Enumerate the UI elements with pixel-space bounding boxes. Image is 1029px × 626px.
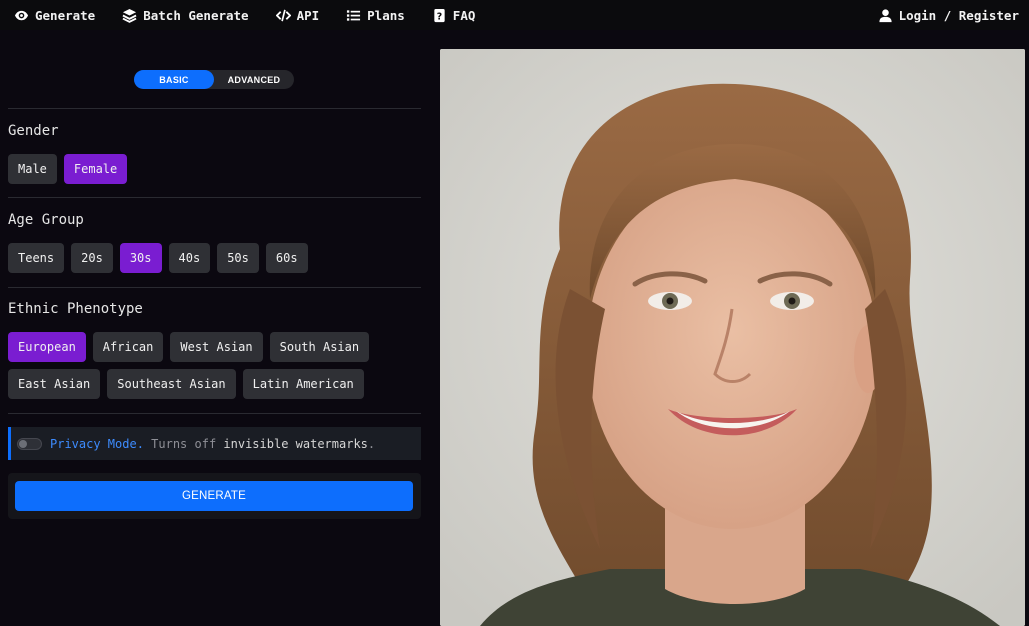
divider bbox=[8, 287, 421, 288]
nav-generate-label: Generate bbox=[35, 7, 96, 23]
divider bbox=[8, 413, 421, 414]
login-register-link[interactable]: Login / Register bbox=[878, 8, 1019, 23]
privacy-mode-row: Privacy Mode. Turns off invisible waterm… bbox=[8, 427, 421, 460]
age-option-60s[interactable]: 60s bbox=[265, 243, 308, 273]
ethnic-option-east-asian[interactable]: East Asian bbox=[8, 369, 101, 399]
ethnic-phenotype-label: Ethnic Phenotype bbox=[8, 301, 143, 317]
nav-api[interactable]: API bbox=[275, 7, 320, 23]
age-group-options: Teens 20s 30s 40s 50s 60s bbox=[8, 243, 315, 273]
generate-button[interactable]: GENERATE bbox=[15, 481, 413, 511]
age-option-40s[interactable]: 40s bbox=[168, 243, 211, 273]
generated-portrait bbox=[440, 49, 1025, 626]
basic-mode-button[interactable]: BASIC bbox=[134, 70, 214, 89]
privacy-mode-title: Privacy Mode. bbox=[50, 436, 144, 451]
privacy-mode-description: Turns off bbox=[143, 436, 224, 451]
user-icon bbox=[878, 8, 893, 23]
top-navbar: Generate Batch Generate API Plans ? FAQ bbox=[0, 0, 1029, 30]
age-option-30s[interactable]: 30s bbox=[119, 243, 162, 273]
nav-api-label: API bbox=[296, 7, 320, 23]
ethnic-options-row-2: East Asian Southeast Asian Latin America… bbox=[8, 369, 371, 399]
nav-account: Login / Register bbox=[878, 8, 1019, 23]
svg-text:?: ? bbox=[437, 11, 442, 22]
portrait-image bbox=[440, 49, 1025, 626]
ethnic-option-south-asian[interactable]: South Asian bbox=[269, 332, 370, 362]
nav-faq-label: FAQ bbox=[452, 7, 476, 23]
nav-links: Generate Batch Generate API Plans ? FAQ bbox=[14, 8, 475, 23]
options-panel: BASIC ADVANCED Gender Male Female Age Gr… bbox=[0, 41, 430, 626]
login-register-label: Login / Register bbox=[898, 7, 1019, 23]
ethnic-option-european[interactable]: European bbox=[8, 332, 86, 362]
layers-icon bbox=[122, 8, 137, 23]
code-icon bbox=[275, 8, 291, 23]
ethnic-option-african[interactable]: African bbox=[92, 332, 164, 362]
ethnic-option-west-asian[interactable]: West Asian bbox=[170, 332, 263, 362]
divider bbox=[8, 197, 421, 198]
divider bbox=[8, 108, 421, 109]
privacy-mode-period: . bbox=[367, 436, 376, 451]
nav-batch-generate[interactable]: Batch Generate bbox=[122, 7, 249, 23]
advanced-mode-button[interactable]: ADVANCED bbox=[214, 70, 294, 89]
nav-plans-label: Plans bbox=[367, 7, 405, 23]
privacy-mode-emphasis: invisible watermarks bbox=[223, 436, 368, 451]
eye-icon bbox=[14, 8, 29, 23]
gender-option-female[interactable]: Female bbox=[63, 154, 128, 184]
mode-toggle: BASIC ADVANCED bbox=[134, 70, 294, 89]
ethnic-options-row-1: European African West Asian South Asian bbox=[8, 332, 376, 362]
nav-plans[interactable]: Plans bbox=[346, 8, 405, 23]
nav-batch-generate-label: Batch Generate bbox=[143, 7, 249, 23]
nav-faq[interactable]: ? FAQ bbox=[432, 7, 476, 23]
question-icon: ? bbox=[432, 8, 447, 23]
privacy-mode-switch[interactable] bbox=[17, 437, 42, 450]
age-option-20s[interactable]: 20s bbox=[71, 243, 113, 273]
gender-label: Gender bbox=[8, 123, 59, 139]
age-option-teens[interactable]: Teens bbox=[8, 243, 65, 273]
age-group-label: Age Group bbox=[8, 212, 84, 228]
nav-generate[interactable]: Generate bbox=[14, 8, 95, 23]
ethnic-option-latin-american[interactable]: Latin American bbox=[242, 369, 364, 399]
gender-options: Male Female bbox=[8, 154, 134, 184]
generate-card: GENERATE bbox=[8, 473, 421, 519]
gender-option-male[interactable]: Male bbox=[8, 154, 57, 184]
list-icon bbox=[346, 8, 361, 23]
age-option-50s[interactable]: 50s bbox=[217, 243, 259, 273]
ethnic-option-southeast-asian[interactable]: Southeast Asian bbox=[107, 369, 236, 399]
